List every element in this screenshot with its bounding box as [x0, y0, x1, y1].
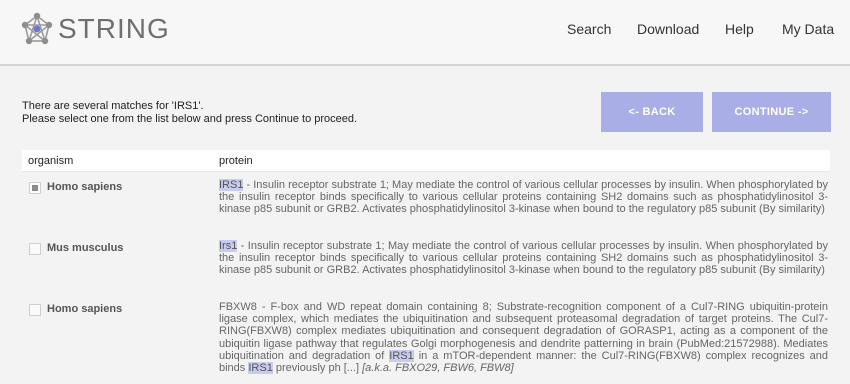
aka-aliases: [a.k.a. FBXO29, FBW6, FBW8] [362, 362, 514, 375]
back-button[interactable]: <- BACK [601, 92, 703, 132]
table-header: organism protein [22, 150, 830, 172]
row-protein-description: FBXW8 - F-box and WD repeat domain conta… [219, 301, 828, 375]
continue-button[interactable]: CONTINUE -> [712, 92, 831, 132]
column-header-organism: organism [28, 155, 74, 167]
match-message: There are several matches for 'IRS1'. Pl… [22, 100, 357, 126]
row-organism[interactable]: Mus musculus [47, 242, 123, 254]
row-organism[interactable]: Homo sapiens [47, 181, 122, 193]
description-text: - Insulin receptor substrate 1; May medi… [219, 240, 828, 277]
nav-help[interactable]: Help [725, 21, 754, 37]
description-text: - Insulin receptor substrate 1; May medi… [219, 179, 828, 216]
description-text: previously ph [...] [272, 362, 363, 375]
row-checkbox[interactable] [29, 304, 41, 316]
row-organism[interactable]: Homo sapiens [47, 303, 122, 315]
logo-text[interactable]: STRING [58, 13, 170, 45]
match-message-line2: Please select one from the list below an… [22, 113, 358, 125]
table-row[interactable]: Homo sapiens FBXW8 - F-box and WD repeat… [22, 301, 830, 381]
string-logo-icon[interactable] [20, 12, 54, 46]
row-protein-description: IRS1 - Insulin receptor substrate 1; May… [219, 179, 828, 216]
row-checkbox[interactable] [29, 182, 41, 194]
top-header: STRING Search Download Help My Data [0, 0, 850, 66]
match-highlight: IRS1 [219, 179, 244, 191]
nav-my-data[interactable]: My Data [782, 21, 834, 37]
match-highlight: Irs1 [219, 240, 238, 252]
match-message-line1: There are several matches for 'IRS1'. [22, 100, 204, 112]
table-row[interactable]: Homo sapiens IRS1 - Insulin receptor sub… [22, 179, 830, 235]
column-header-protein: protein [219, 155, 253, 167]
nav-search[interactable]: Search [567, 21, 611, 37]
row-protein-description: Irs1 - Insulin receptor substrate 1; May… [219, 240, 828, 277]
table-row[interactable]: Mus musculus Irs1 - Insulin receptor sub… [22, 240, 830, 296]
row-checkbox[interactable] [29, 243, 41, 255]
match-highlight: IRS1 [389, 349, 414, 362]
nav-download[interactable]: Download [637, 21, 699, 37]
match-highlight: IRS1 [248, 362, 273, 375]
